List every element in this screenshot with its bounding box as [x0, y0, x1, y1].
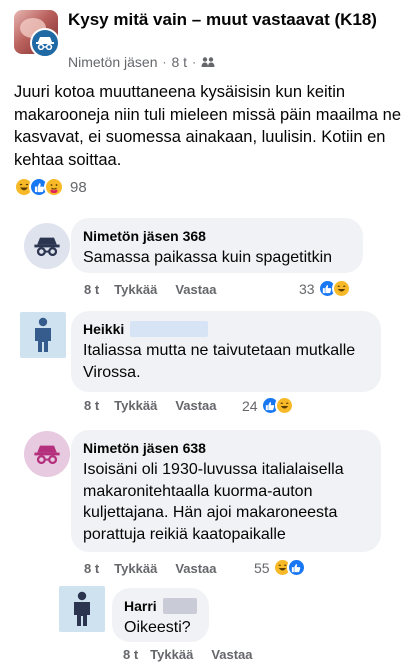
- reply-button[interactable]: Vastaa: [175, 282, 216, 297]
- comment-time[interactable]: 8 t: [84, 398, 99, 413]
- incognito-icon: [34, 237, 60, 256]
- like-button[interactable]: Tykkää: [114, 398, 157, 413]
- meta-separator: ·: [162, 55, 167, 69]
- reply-button[interactable]: Vastaa: [211, 647, 252, 662]
- comment-bubble: Heikki Italiassa mutta ne taivutetaan mu…: [71, 311, 381, 392]
- comment-author: Heikki: [83, 320, 369, 338]
- comment-actions: 8 t Tykkää Vastaa: [84, 561, 235, 576]
- like-icon: [286, 558, 306, 577]
- comment-text: Oikeesti?: [124, 619, 191, 636]
- comment-time[interactable]: 8 t: [123, 647, 138, 662]
- comment-reactions[interactable]: 55: [254, 558, 306, 577]
- comment-text: Samassa paikassa kuin spagetitkin: [83, 249, 333, 266]
- incognito-icon: [36, 37, 54, 50]
- haha-icon: [331, 279, 351, 298]
- reaction-count[interactable]: 98: [70, 179, 87, 196]
- post-body: Juuri kotoa muuttaneena kysäisisin kun k…: [14, 83, 402, 169]
- incognito-icon: [34, 445, 60, 464]
- reply-button[interactable]: Vastaa: [175, 398, 216, 413]
- user-avatar[interactable]: [20, 312, 66, 358]
- anonymous-member-avatar[interactable]: [30, 28, 60, 58]
- comment-reactions[interactable]: 33: [299, 279, 351, 298]
- person-silhouette-icon: [74, 591, 90, 626]
- comment-author-name[interactable]: Harri: [124, 597, 157, 615]
- care-icon: [44, 177, 64, 197]
- person-silhouette-icon: [35, 317, 51, 352]
- comment-reaction-count: 55: [254, 559, 270, 576]
- group-privacy-icon: [201, 57, 215, 67]
- haha-icon: [274, 396, 294, 415]
- post-author[interactable]: Nimetön jäsen: [68, 54, 158, 70]
- post-time[interactable]: 8 t: [172, 54, 188, 70]
- reply-button[interactable]: Vastaa: [175, 561, 216, 576]
- like-button[interactable]: Tykkää: [114, 561, 157, 576]
- anonymous-avatar[interactable]: [24, 223, 70, 269]
- post-header: Kysy mitä vain – muut vastaavat (K18) Ni…: [14, 10, 404, 72]
- anonymous-avatar[interactable]: [24, 431, 70, 477]
- user-avatar[interactable]: [59, 586, 105, 632]
- comment-reaction-count: 33: [299, 280, 315, 297]
- comment-author: Harri: [124, 597, 197, 615]
- comment-reactions[interactable]: 24: [242, 396, 294, 415]
- comment-text: Isoisäni oli 1930-luvussa italialaisella…: [83, 461, 344, 543]
- comment-bubble: Nimetön jäsen 638 Isoisäni oli 1930-luvu…: [71, 430, 381, 552]
- post-reactions[interactable]: 98: [14, 177, 87, 197]
- like-button[interactable]: Tykkää: [150, 647, 193, 662]
- comment-actions: 8 t Tykkää Vastaa: [123, 647, 271, 662]
- post-meta: Nimetön jäsen · 8 t ·: [68, 54, 215, 70]
- comment-author[interactable]: Nimetön jäsen 638: [83, 439, 369, 457]
- comment-text: Italiassa mutta ne taivutetaan mutkalle …: [83, 342, 356, 381]
- like-button[interactable]: Tykkää: [114, 282, 157, 297]
- meta-separator: ·: [192, 55, 197, 69]
- comment-author-name[interactable]: Heikki: [83, 320, 124, 338]
- comment-bubble: Nimetön jäsen 368 Samassa paikassa kuin …: [71, 218, 363, 273]
- comment-actions: 8 t Tykkää Vastaa: [84, 398, 235, 413]
- comment-reaction-count: 24: [242, 397, 258, 414]
- group-title[interactable]: Kysy mitä vain – muut vastaavat (K18): [68, 9, 388, 31]
- comment-time[interactable]: 8 t: [84, 282, 99, 297]
- hidden-surname: [130, 321, 209, 337]
- comment-bubble: Harri Oikeesti?: [112, 588, 209, 642]
- comment-time[interactable]: 8 t: [84, 561, 99, 576]
- comment-author[interactable]: Nimetön jäsen 368: [83, 227, 351, 245]
- comment-actions: 8 t Tykkää Vastaa: [84, 282, 235, 297]
- hidden-surname: [162, 598, 197, 614]
